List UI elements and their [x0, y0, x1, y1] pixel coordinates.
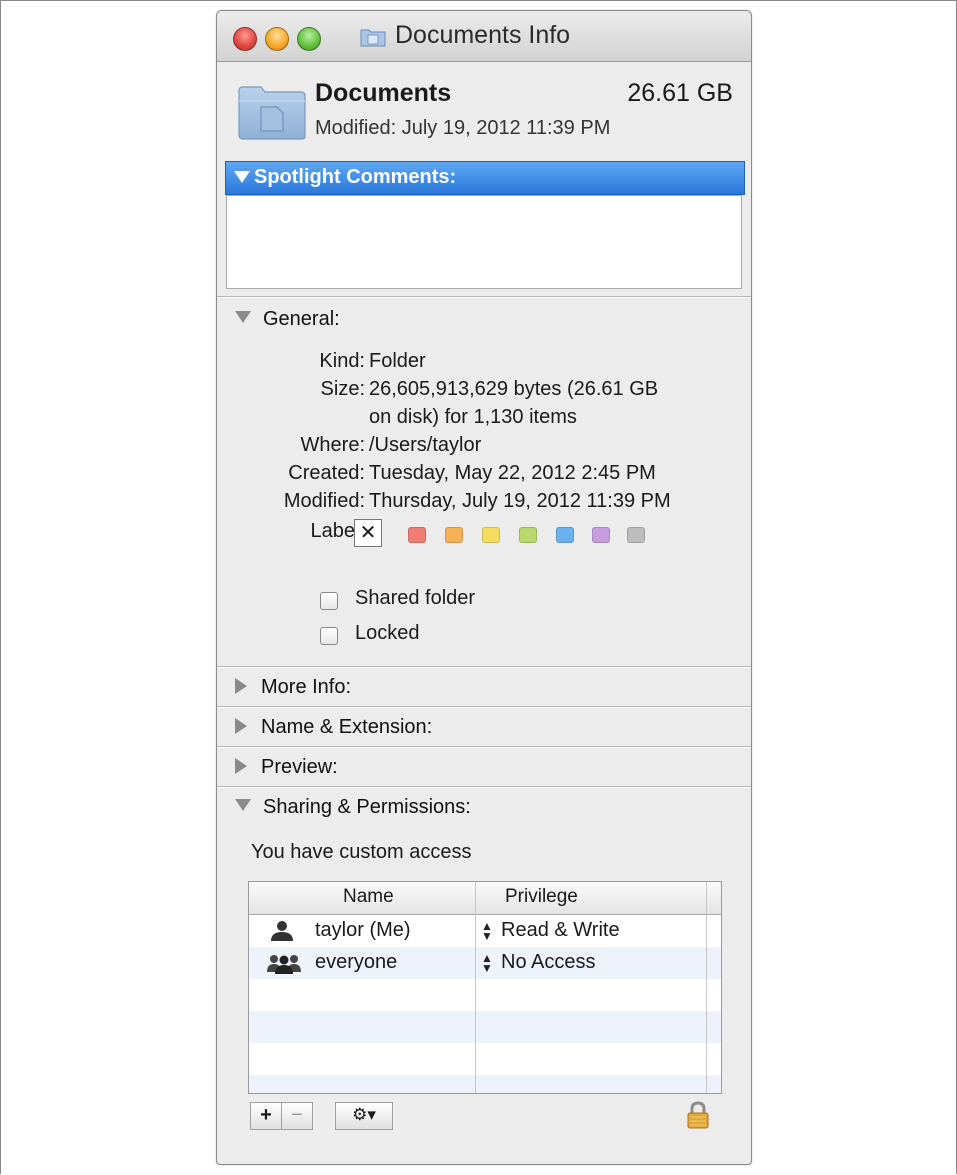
- table-row-empty: [249, 1043, 721, 1075]
- item-size: 26.61 GB: [627, 79, 733, 107]
- action-menu-button[interactable]: ⚙▾: [335, 1102, 393, 1130]
- table-row-empty: [249, 979, 721, 1011]
- column-header-privilege[interactable]: Privilege: [505, 886, 578, 908]
- locked-label: Locked: [355, 622, 420, 644]
- folder-icon: [360, 29, 386, 47]
- label-green-swatch[interactable]: [519, 527, 537, 543]
- locked-checkbox[interactable]: [320, 627, 338, 645]
- more-info-label: More Info:: [261, 676, 352, 698]
- add-button[interactable]: +: [250, 1102, 282, 1130]
- divider: [217, 296, 751, 298]
- divider: [217, 666, 751, 668]
- more-info-section-header[interactable]: More Info:: [235, 676, 351, 699]
- name-extension-section-header[interactable]: Name & Extension:: [235, 716, 432, 739]
- label-orange-swatch[interactable]: [445, 527, 463, 543]
- minimize-button[interactable]: [265, 27, 289, 51]
- lock-icon[interactable]: [685, 1100, 711, 1130]
- general-section-header[interactable]: General:: [235, 308, 340, 331]
- info-key: Modified:: [283, 490, 365, 512]
- privilege-value[interactable]: No Access: [501, 951, 595, 974]
- sharing-section-header[interactable]: Sharing & Permissions:: [235, 796, 471, 819]
- permissions-table: Name Privilege taylor (Me) ▲ ▼ Read & Wri…: [248, 881, 722, 1094]
- column-divider[interactable]: [475, 882, 476, 1093]
- stepper-icon[interactable]: ▲ ▼: [481, 920, 493, 942]
- column-divider[interactable]: [706, 882, 707, 1093]
- privilege-value[interactable]: Read & Write: [501, 919, 620, 942]
- spotlight-comments-field[interactable]: [226, 195, 742, 289]
- disclosure-triangle-icon: [235, 311, 251, 323]
- disclosure-triangle-icon: [234, 171, 250, 183]
- info-window: Documents Info Documents 26.61 GB Modifi…: [216, 10, 752, 1165]
- info-value: 26,605,913,629 bytes (26.61 GB: [369, 378, 659, 400]
- info-key: Kind:: [319, 350, 365, 372]
- label-none-button[interactable]: ✕: [354, 519, 382, 547]
- label-red-swatch[interactable]: [408, 527, 426, 543]
- user-name: taylor (Me): [315, 919, 411, 941]
- disclosure-triangle-icon: [235, 718, 247, 734]
- info-value: Thursday, July 19, 2012 11:39 PM: [369, 490, 671, 512]
- general-label: General:: [263, 308, 340, 330]
- info-key: Where:: [300, 434, 365, 456]
- title-bar[interactable]: Documents Info: [217, 11, 751, 62]
- zoom-button[interactable]: [297, 27, 321, 51]
- window-title: Documents Info: [395, 21, 571, 49]
- info-value: Tuesday, May 22, 2012 2:45 PM: [369, 462, 656, 484]
- folder-icon: [238, 86, 306, 140]
- user-icon: [271, 921, 293, 941]
- disclosure-triangle-icon: [235, 758, 247, 774]
- table-row[interactable]: everyone ▲ ▼ No Access: [249, 947, 721, 979]
- preview-section-header[interactable]: Preview:: [235, 756, 338, 779]
- item-modified-date: Modified: July 19, 2012 11:39 PM: [315, 117, 611, 139]
- group-icon: [267, 955, 301, 974]
- shared-folder-label: Shared folder: [355, 587, 476, 609]
- label-gray-swatch[interactable]: [627, 527, 645, 543]
- divider: [217, 746, 751, 748]
- disclosure-triangle-icon: [235, 678, 247, 694]
- label-yellow-swatch[interactable]: [482, 527, 500, 543]
- label-blue-swatch[interactable]: [556, 527, 574, 543]
- item-name: Documents: [315, 79, 452, 107]
- name-extension-label: Name & Extension:: [261, 716, 433, 738]
- user-name: everyone: [315, 951, 398, 973]
- divider: [217, 706, 751, 708]
- info-key: Created:: [288, 462, 365, 484]
- close-button[interactable]: [233, 27, 257, 51]
- info-key: Size:: [320, 378, 365, 400]
- divider: [217, 786, 751, 788]
- remove-button[interactable]: −: [281, 1102, 313, 1130]
- info-value: /Users/taylor: [369, 434, 482, 456]
- info-value: Folder: [369, 350, 426, 372]
- info-value: on disk) for 1,130 items: [369, 406, 577, 428]
- table-row-empty: [249, 1075, 721, 1093]
- spotlight-comments-header[interactable]: Spotlight Comments:: [225, 161, 745, 195]
- shared-folder-checkbox[interactable]: [320, 592, 338, 610]
- table-header: Name Privilege: [249, 882, 721, 915]
- sharing-label: Sharing & Permissions:: [263, 796, 471, 818]
- table-row[interactable]: taylor (Me) ▲ ▼ Read & Write: [249, 915, 721, 947]
- preview-label: Preview:: [261, 756, 338, 778]
- column-header-name[interactable]: Name: [343, 886, 394, 908]
- spotlight-comments-label: Spotlight Comments:: [254, 166, 457, 188]
- access-description: You have custom access: [251, 841, 472, 863]
- table-row-empty: [249, 1011, 721, 1043]
- stepper-icon[interactable]: ▲ ▼: [481, 952, 493, 974]
- disclosure-triangle-icon: [235, 799, 251, 811]
- label-purple-swatch[interactable]: [592, 527, 610, 543]
